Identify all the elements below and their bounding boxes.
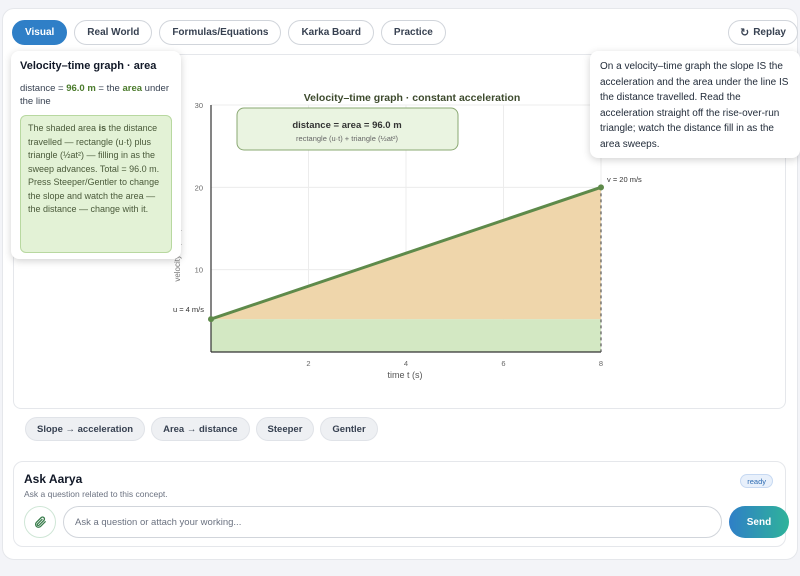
tab-practice[interactable]: Practice [380,20,446,45]
send-button[interactable]: Send [729,506,789,538]
y-tick-label: 10 [195,266,203,275]
distance-value: 96.0 m [66,83,96,94]
distance-prefix: distance = [20,83,67,94]
x-tick-label: 4 [404,359,408,368]
attach-button[interactable] [24,506,56,538]
ask-panel: Ask Aarya Ask a question related to this… [13,461,789,547]
slope-acceleration-button[interactable]: Slope → acceleration [25,417,146,441]
tab-bar: Visual Real World Formulas/Equations Kar… [12,20,446,45]
x-tick-label: 6 [501,359,505,368]
tab-karka-board[interactable]: Karka Board [288,20,374,45]
paperclip-icon [35,516,46,528]
x-axis-label: time t (s) [388,370,423,380]
explanation-note: The shaded area is the distance travelle… [20,115,172,253]
action-buttons: Slope → acceleration Area → distance Ste… [25,417,378,441]
x-tick-label: 2 [306,359,310,368]
distance-summary: distance = 96.0 m = the area under the l… [20,82,172,108]
question-input[interactable] [63,506,722,538]
tab-visual[interactable]: Visual [12,20,68,45]
replay-button[interactable]: ↻ Replay [727,20,798,45]
area-summary-subtitle: rectangle (u·t) + triangle (½at²) [296,134,398,143]
area-summary-title: distance = area = 96.0 m [292,120,401,131]
concept-info-card: Velocity–time graph · area distance = 96… [11,51,181,259]
distance-rectangle-area [211,319,601,352]
tab-formulas-equations[interactable]: Formulas/Equations [159,20,282,45]
end-point-marker [598,184,604,191]
ask-subtitle: Ask a question related to this concept. [24,489,168,499]
replay-icon: ↻ [739,27,750,39]
ask-title: Ask Aarya [24,472,83,486]
chart-title: Velocity–time graph · constant accelerat… [304,92,521,104]
concept-tip-card: On a velocity–time graph the slope IS th… [590,51,800,158]
steeper-button[interactable]: Steeper [255,417,315,441]
distance-mid: = the [95,83,123,94]
start-velocity-label: u = 4 m/s [173,305,204,314]
x-tick-label: 8 [599,359,603,368]
y-tick-label: 20 [195,183,203,192]
note-is: is [98,123,107,133]
distance-area-word: area [122,83,143,94]
start-point-marker [208,316,214,323]
note-body: the distance travelled — rectangle (u·t)… [28,123,160,214]
tab-real-world[interactable]: Real World [74,20,153,45]
replay-label: Replay [753,27,786,38]
info-card-title: Velocity–time graph · area [20,60,157,72]
y-tick-label: 30 [195,101,203,110]
note-prefix: The shaded area [28,123,99,133]
end-velocity-label: v = 20 m/s [607,175,642,184]
gentler-button[interactable]: Gentler [320,417,378,441]
area-distance-button[interactable]: Area → distance [151,417,250,441]
status-badge: ready [740,474,773,488]
